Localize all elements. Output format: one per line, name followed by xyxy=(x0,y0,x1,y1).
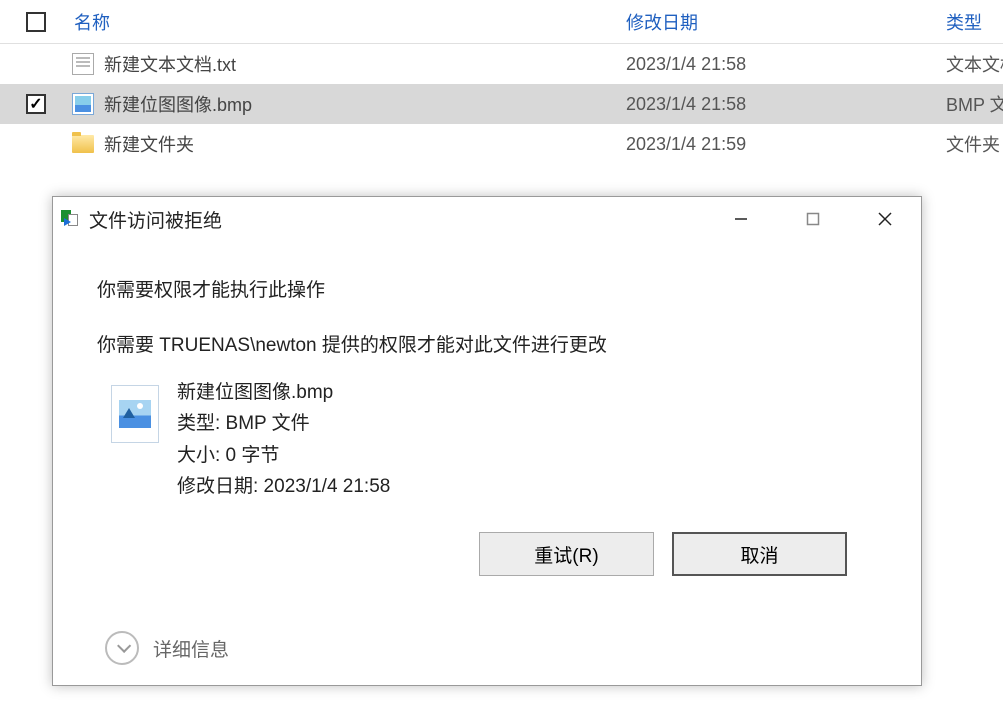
txt-file-icon xyxy=(72,53,94,75)
file-info-block: 新建位图图像.bmp 类型: BMP 文件 大小: 0 字节 修改日期: 202… xyxy=(97,377,877,502)
header-checkbox-col[interactable] xyxy=(0,12,72,32)
minimize-button[interactable] xyxy=(705,197,777,241)
retry-button[interactable]: 重试(R) xyxy=(479,532,654,576)
dialog-message-secondary: 你需要 TRUENAS\newton 提供的权限才能对此文件进行更改 xyxy=(97,330,877,357)
access-denied-dialog: 文件访问被拒绝 你需要权限才能执行此操作 你需要 TRUENAS\newton … xyxy=(52,196,922,686)
chevron-down-icon xyxy=(105,631,139,665)
bmp-file-icon xyxy=(72,93,94,115)
file-info-size: 大小: 0 字节 xyxy=(177,440,390,471)
select-all-checkbox[interactable] xyxy=(26,12,46,32)
close-button[interactable] xyxy=(849,197,921,241)
file-date: 2023/1/4 21:59 xyxy=(618,134,938,155)
column-header-type[interactable]: 类型 xyxy=(938,9,1003,35)
file-name: 新建文本文档.txt xyxy=(104,51,236,77)
file-date: 2023/1/4 21:58 xyxy=(618,94,938,115)
dialog-titlebar[interactable]: 文件访问被拒绝 xyxy=(53,197,921,241)
details-label: 详细信息 xyxy=(153,635,229,662)
file-info-type: 类型: BMP 文件 xyxy=(177,408,390,439)
file-type: 文本文档 xyxy=(938,51,1003,77)
maximize-button[interactable] xyxy=(777,197,849,241)
dialog-message-primary: 你需要权限才能执行此操作 xyxy=(97,275,877,302)
file-name: 新建位图图像.bmp xyxy=(104,91,252,117)
column-header-row: 名称 修改日期 类型 xyxy=(0,0,1003,44)
bmp-file-icon xyxy=(111,385,159,443)
column-header-date[interactable]: 修改日期 xyxy=(618,9,938,35)
dialog-body: 你需要权限才能执行此操作 你需要 TRUENAS\newton 提供的权限才能对… xyxy=(53,241,921,685)
file-name: 新建文件夹 xyxy=(104,131,194,157)
dialog-button-row: 重试(R) 取消 xyxy=(97,532,877,576)
folder-icon xyxy=(72,135,94,153)
file-row[interactable]: 新建文件夹 2023/1/4 21:59 文件夹 xyxy=(0,124,1003,164)
cancel-button[interactable]: 取消 xyxy=(672,532,847,576)
row-checkbox[interactable] xyxy=(26,94,46,114)
file-info-mtime: 修改日期: 2023/1/4 21:58 xyxy=(177,471,390,502)
file-date: 2023/1/4 21:58 xyxy=(618,54,938,75)
file-row[interactable]: 新建位图图像.bmp 2023/1/4 21:58 BMP 文件 xyxy=(0,84,1003,124)
dialog-title: 文件访问被拒绝 xyxy=(89,206,222,233)
file-transfer-icon xyxy=(61,210,83,228)
file-info-name: 新建位图图像.bmp xyxy=(177,377,390,408)
file-type: BMP 文件 xyxy=(938,91,1003,117)
details-toggle[interactable]: 详细信息 xyxy=(105,631,229,665)
file-row[interactable]: 新建文本文档.txt 2023/1/4 21:58 文本文档 xyxy=(0,44,1003,84)
file-type: 文件夹 xyxy=(938,131,1003,157)
column-header-name[interactable]: 名称 xyxy=(72,9,618,35)
file-list: 名称 修改日期 类型 新建文本文档.txt 2023/1/4 21:58 文本文… xyxy=(0,0,1003,164)
